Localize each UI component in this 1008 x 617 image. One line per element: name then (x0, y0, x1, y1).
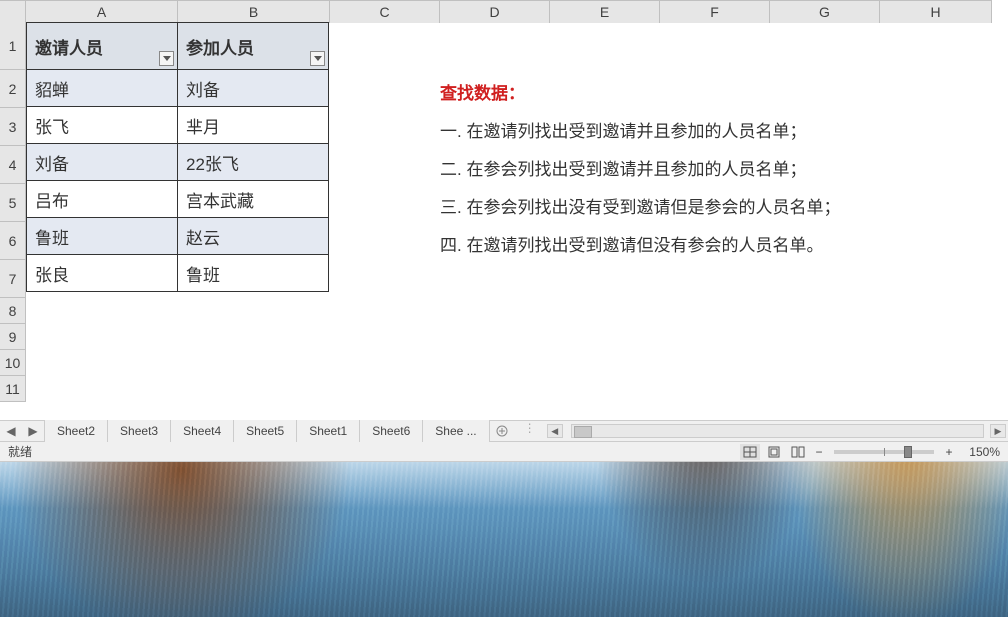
cell-value: 张飞 (35, 113, 69, 138)
cell-value: 吕布 (35, 187, 69, 212)
row-header-9[interactable]: 9 (0, 324, 26, 350)
row-header-5[interactable]: 5 (0, 184, 26, 222)
notes-line-4: 四. 在邀请列找出受到邀请但没有参会的人员名单。 (440, 227, 840, 265)
tab-divider-dots-icon: ⋮ (514, 421, 547, 441)
tab-nav-prev-icon[interactable]: ◀ (0, 420, 22, 442)
row-header-4[interactable]: 4 (0, 146, 26, 184)
cell-value: 22张飞 (186, 150, 239, 175)
grid-icon (743, 446, 757, 458)
tab-sheet4[interactable]: Sheet4 (171, 420, 234, 442)
page-break-icon (791, 446, 805, 458)
cell-value: 张良 (35, 261, 69, 286)
notes-line-1: 一. 在邀请列找出受到邀请并且参加的人员名单； (440, 113, 840, 151)
col-header-E[interactable]: E (550, 1, 660, 23)
zoom-value[interactable]: 150% (960, 445, 1000, 459)
status-ready: 就绪 (0, 443, 40, 460)
view-page-layout-button[interactable] (764, 444, 784, 460)
page-layout-icon (767, 446, 781, 458)
header-b-label: 参加人员 (186, 34, 254, 59)
zoom-slider-midpoint (884, 448, 885, 456)
cell-value: 鲁班 (186, 261, 220, 286)
col-header-H[interactable]: H (880, 1, 992, 23)
status-right-group: − + 150% (740, 444, 1008, 460)
cell-A5[interactable]: 吕布 (26, 180, 178, 218)
row-header-8[interactable]: 8 (0, 298, 26, 324)
desktop-wallpaper (0, 462, 1008, 617)
row-header-6[interactable]: 6 (0, 222, 26, 260)
col-header-G[interactable]: G (770, 1, 880, 23)
tab-sheet2[interactable]: Sheet2 (44, 420, 108, 442)
row-header-10[interactable]: 10 (0, 350, 26, 376)
cell-A6[interactable]: 鲁班 (26, 217, 178, 255)
cells: 邀请人员 参加人员 貂蝉 刘备 张飞 芈月 刘备 22张飞 吕布 宫本武藏 (26, 22, 329, 292)
row-header-2[interactable]: 2 (0, 70, 26, 108)
status-bar: 就绪 − + 150% (0, 442, 1008, 462)
notes-title: 查找数据： (440, 75, 840, 113)
zoom-slider-handle[interactable] (904, 446, 912, 458)
cell-B5[interactable]: 宫本武藏 (177, 180, 329, 218)
sheet-tab-bar: ◀ ▶ Sheet2 Sheet3 Sheet4 Sheet5 Sheet1 S… (0, 420, 1008, 442)
tab-sheet5[interactable]: Sheet5 (234, 420, 297, 442)
col-header-F[interactable]: F (660, 1, 770, 23)
cell-value: 宫本武藏 (186, 187, 254, 212)
cell-B2[interactable]: 刘备 (177, 69, 329, 107)
cell-A7[interactable]: 张良 (26, 254, 178, 292)
cell-A4[interactable]: 刘备 (26, 143, 178, 181)
tab-sheet-more[interactable]: Shee ... (423, 420, 489, 442)
filter-button-A[interactable] (159, 51, 174, 66)
tab-nav-next-icon[interactable]: ▶ (22, 420, 44, 442)
hscrollbar[interactable] (571, 424, 984, 438)
tab-sheet1[interactable]: Sheet1 (297, 420, 360, 442)
zoom-out-button[interactable]: − (812, 445, 826, 459)
cell-B6[interactable]: 赵云 (177, 217, 329, 255)
header-a-label: 邀请人员 (35, 34, 103, 59)
cell-value: 赵云 (186, 224, 220, 249)
cell-B7[interactable]: 鲁班 (177, 254, 329, 292)
cell-value: 刘备 (186, 76, 220, 101)
cell-value: 刘备 (35, 150, 69, 175)
cell-A1[interactable]: 邀请人员 (26, 22, 178, 70)
row-headers-col: 1 2 3 4 5 6 7 8 9 10 11 (0, 22, 26, 402)
view-page-break-button[interactable] (788, 444, 808, 460)
row-header-11[interactable]: 11 (0, 376, 26, 402)
add-sheet-button[interactable] (490, 421, 514, 441)
cell-B3[interactable]: 芈月 (177, 106, 329, 144)
notes-line-2: 二. 在参会列找出受到邀请并且参加的人员名单； (440, 151, 840, 189)
cell-value: 芈月 (186, 113, 220, 138)
row-header-7[interactable]: 7 (0, 260, 26, 298)
cell-A2[interactable]: 貂蝉 (26, 69, 178, 107)
sheet-tabs: Sheet2 Sheet3 Sheet4 Sheet5 Sheet1 Sheet… (44, 421, 490, 441)
cell-B1[interactable]: 参加人员 (177, 22, 329, 70)
row-header-3[interactable]: 3 (0, 108, 26, 146)
col-header-C[interactable]: C (330, 1, 440, 23)
hscroll-left-button[interactable]: ◀ (547, 424, 563, 438)
select-all-corner[interactable] (0, 1, 26, 23)
spreadsheet-area: A B C D E F G H 1 2 3 4 5 6 7 8 9 10 11 … (0, 0, 1008, 420)
column-headers-row: A B C D E F G H (0, 0, 992, 22)
tab-sheet6[interactable]: Sheet6 (360, 420, 423, 442)
notes-line-3: 三. 在参会列找出没有受到邀请但是参会的人员名单； (440, 189, 840, 227)
filter-button-B[interactable] (310, 51, 325, 66)
hscroll-thumb[interactable] (574, 426, 592, 438)
col-header-D[interactable]: D (440, 1, 550, 23)
hscroll-right-button[interactable]: ▶ (990, 424, 1006, 438)
cell-value: 鲁班 (35, 224, 69, 249)
cell-value: 貂蝉 (35, 76, 69, 101)
zoom-in-button[interactable]: + (942, 445, 956, 459)
notes-block: 查找数据： 一. 在邀请列找出受到邀请并且参加的人员名单； 二. 在参会列找出受… (440, 75, 840, 265)
col-header-A[interactable]: A (26, 1, 178, 23)
cell-B4[interactable]: 22张飞 (177, 143, 329, 181)
plus-circle-icon (496, 425, 508, 437)
cell-A3[interactable]: 张飞 (26, 106, 178, 144)
tab-nav-arrows: ◀ ▶ (0, 421, 44, 441)
row-header-1[interactable]: 1 (0, 22, 26, 70)
zoom-slider[interactable] (834, 450, 934, 454)
col-header-B[interactable]: B (178, 1, 330, 23)
view-normal-button[interactable] (740, 444, 760, 460)
tab-sheet3[interactable]: Sheet3 (108, 420, 171, 442)
